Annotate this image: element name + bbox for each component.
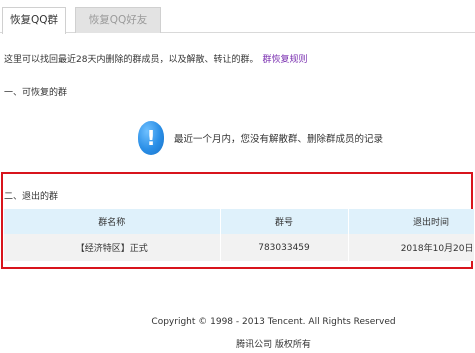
cell-quit-time: 2018年10月20日 <box>348 234 475 261</box>
quit-groups-table: 群名称 群号 退出时间 【经济特区】正式 783033459 2018年10月2… <box>4 209 475 261</box>
column-header-group-name: 群名称 <box>4 209 221 234</box>
cell-group-name: 【经济特区】正式 <box>4 234 221 261</box>
company-text: 腾讯公司 版权所有 <box>236 340 311 350</box>
intro-text: 这里可以找回最近28天内删除的群成员，以及解散、转让的群。 <box>4 55 259 65</box>
section-title-restorable: 一、可恢复的群 <box>4 88 68 98</box>
tab-restore-friend[interactable]: 恢复QQ好友 <box>75 7 161 33</box>
notice-text: 最近一个月内，您没有解散群、删除群成员的记录 <box>174 134 384 145</box>
column-header-quit-time: 退出时间 <box>348 209 475 234</box>
tab-bar: 恢复QQ群 恢复QQ好友 <box>0 0 475 34</box>
intro-line: 这里可以找回最近28天内删除的群成员，以及解散、转让的群。 群恢复规则 <box>4 52 307 65</box>
page-root: 恢复QQ群 恢复QQ好友 这里可以找回最近28天内删除的群成员，以及解散、转让的… <box>0 0 475 353</box>
copyright-text: Copyright © 1998 - 2013 Tencent. All Rig… <box>151 317 396 327</box>
info-icon: ! <box>138 121 164 155</box>
table-row: 【经济特区】正式 783033459 2018年10月20日 <box>4 234 475 261</box>
table-header-row: 群名称 群号 退出时间 <box>4 209 475 234</box>
empty-notice: ! 最近一个月内，您没有解散群、删除群成员的记录 <box>138 121 383 155</box>
tab-restore-group[interactable]: 恢复QQ群 <box>2 7 66 34</box>
cell-group-number: 783033459 <box>220 234 349 261</box>
column-header-group-number: 群号 <box>220 209 349 234</box>
section-title-quit: 二、退出的群 <box>4 192 59 202</box>
restore-rules-link[interactable]: 群恢复规则 <box>262 55 307 65</box>
